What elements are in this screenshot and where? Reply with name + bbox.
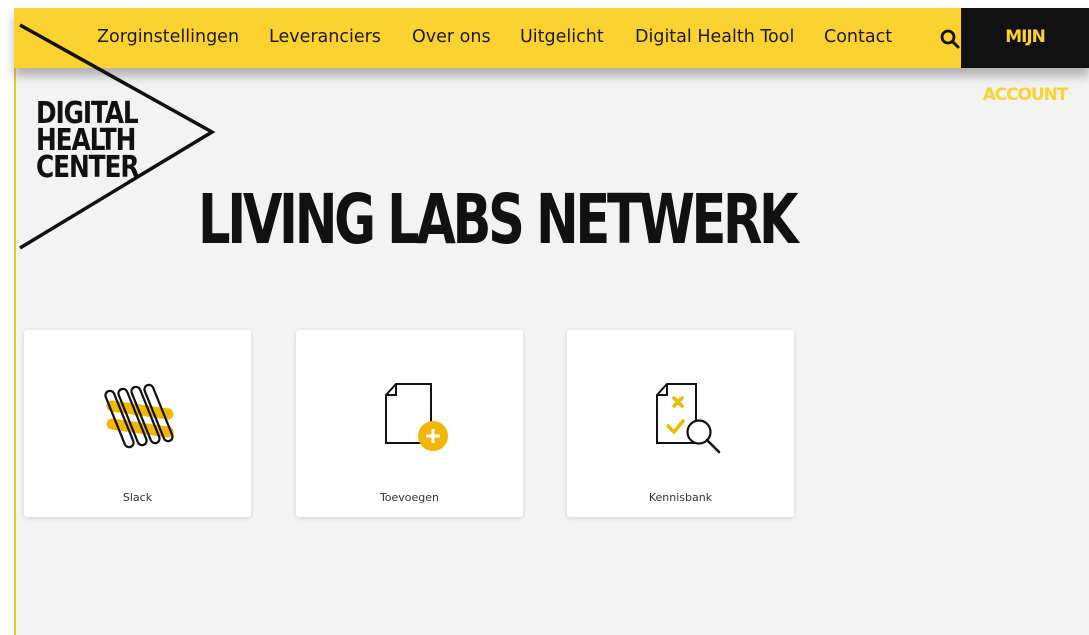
account-button[interactable]: MIJN ACCOUNT — [961, 8, 1089, 105]
nav-item-over-ons[interactable]: Over ons — [412, 8, 491, 68]
page-title: LIVING LABS NETWERK — [198, 180, 799, 260]
card-kennisbank[interactable]: Kennisbank — [567, 330, 794, 517]
card-label: Kennisbank — [648, 491, 713, 504]
nav-item-contact[interactable]: Contact — [824, 8, 892, 68]
card-label: Slack — [122, 491, 153, 504]
logo-line: CENTER — [36, 150, 139, 185]
nav-item-uitgelicht[interactable]: Uitgelicht — [520, 8, 604, 68]
search-icon[interactable] — [938, 27, 962, 51]
add-document-icon — [385, 383, 448, 451]
slack-icon — [104, 383, 174, 449]
card-slack[interactable]: Slack — [24, 330, 251, 517]
nav-item-leveranciers[interactable]: Leveranciers — [269, 8, 381, 68]
card-label: Toevoegen — [379, 491, 440, 504]
nav-item-digital-health-tool[interactable]: Digital Health Tool — [635, 8, 794, 68]
card-toevoegen[interactable]: Toevoegen — [296, 330, 523, 517]
document-search-icon — [656, 383, 721, 454]
logo[interactable]: DIGITAL HEALTH CENTER — [36, 99, 139, 185]
